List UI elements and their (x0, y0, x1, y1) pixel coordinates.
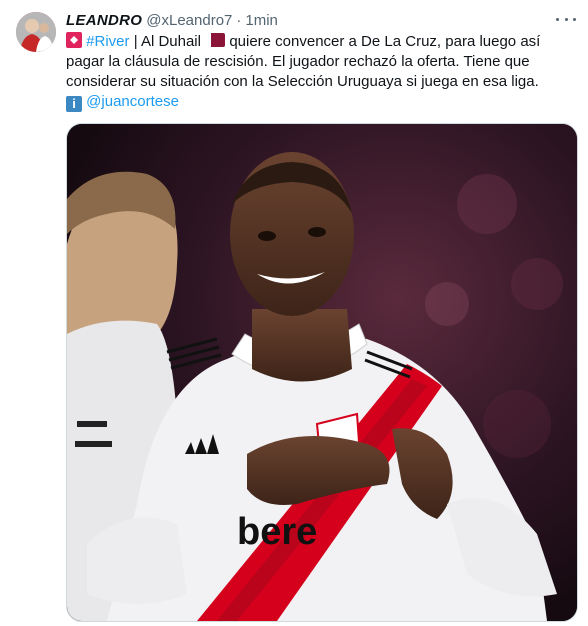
qatar-flag-emoji-icon (205, 33, 226, 47)
more-options-icon[interactable] (556, 12, 576, 26)
tweet-text-line-3: considerar su situación con la Selección… (66, 73, 539, 90)
separator-dot: · (236, 11, 242, 29)
tweet-text-line-1: #River | Al Duhail quiere convencer a De… (66, 32, 574, 52)
tweet[interactable]: LEANDRO @xLeandro7 · 1min #River | Al Du… (0, 0, 588, 626)
tweet-text-segment: | Al Duhail (133, 33, 201, 50)
info-emoji-icon: i (66, 96, 82, 112)
tweet-text-line-2: pagar la cláusula de rescisión. El jugad… (66, 53, 530, 70)
author-handle[interactable]: @xLeandro7 (146, 12, 232, 29)
tweet-text: #River | Al Duhail quiere convencer a De… (66, 32, 574, 112)
tweet-text-segment: quiere convencer a De La Cruz, para lueg… (229, 33, 541, 50)
avatar-photo-icon (16, 12, 56, 52)
river-badge-emoji-icon (66, 32, 82, 48)
tweet-timestamp[interactable]: 1min (245, 12, 278, 29)
jersey-sponsor-text: bere (237, 511, 317, 553)
mention-link[interactable]: @juancortese (86, 93, 179, 110)
tweet-text-line-4: i @juancortese (66, 92, 574, 112)
player-photo-icon: bere (67, 124, 577, 621)
author-avatar[interactable] (16, 12, 56, 52)
hashtag-link[interactable]: #River (86, 33, 129, 50)
author-name[interactable]: LEANDRO (66, 12, 142, 29)
tweet-header: LEANDRO @xLeandro7 · 1min (66, 10, 278, 30)
tweet-photo[interactable]: bere (66, 123, 578, 622)
